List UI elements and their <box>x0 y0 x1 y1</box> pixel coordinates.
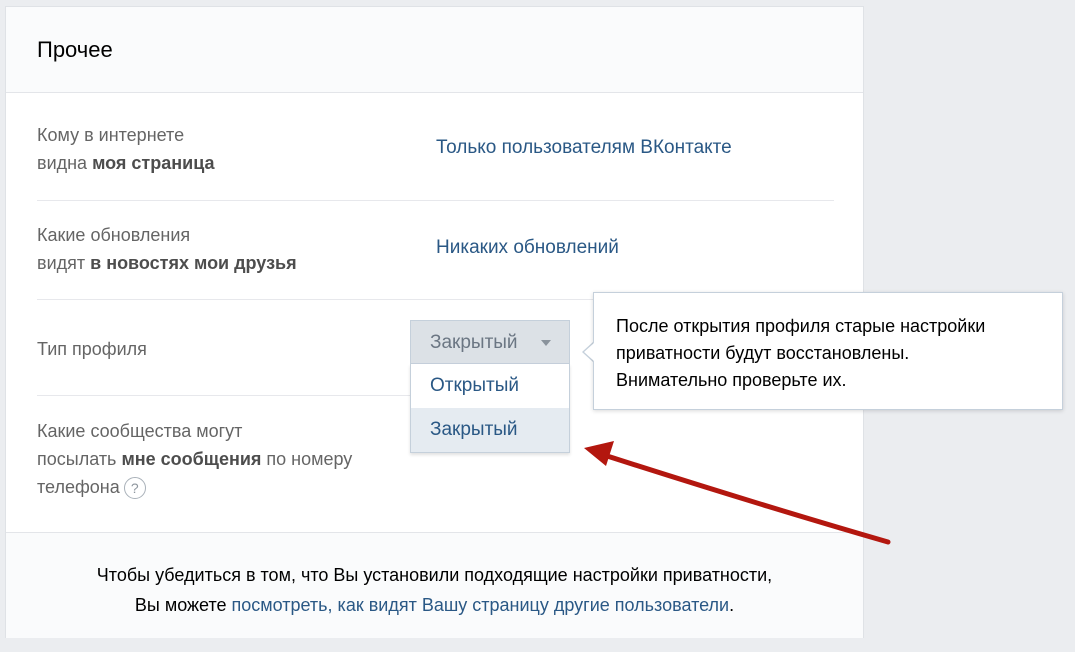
annotation-arrow-head <box>584 441 614 466</box>
red-arrow-annotation <box>584 441 891 545</box>
annotation-arrow-shaft <box>601 452 891 545</box>
